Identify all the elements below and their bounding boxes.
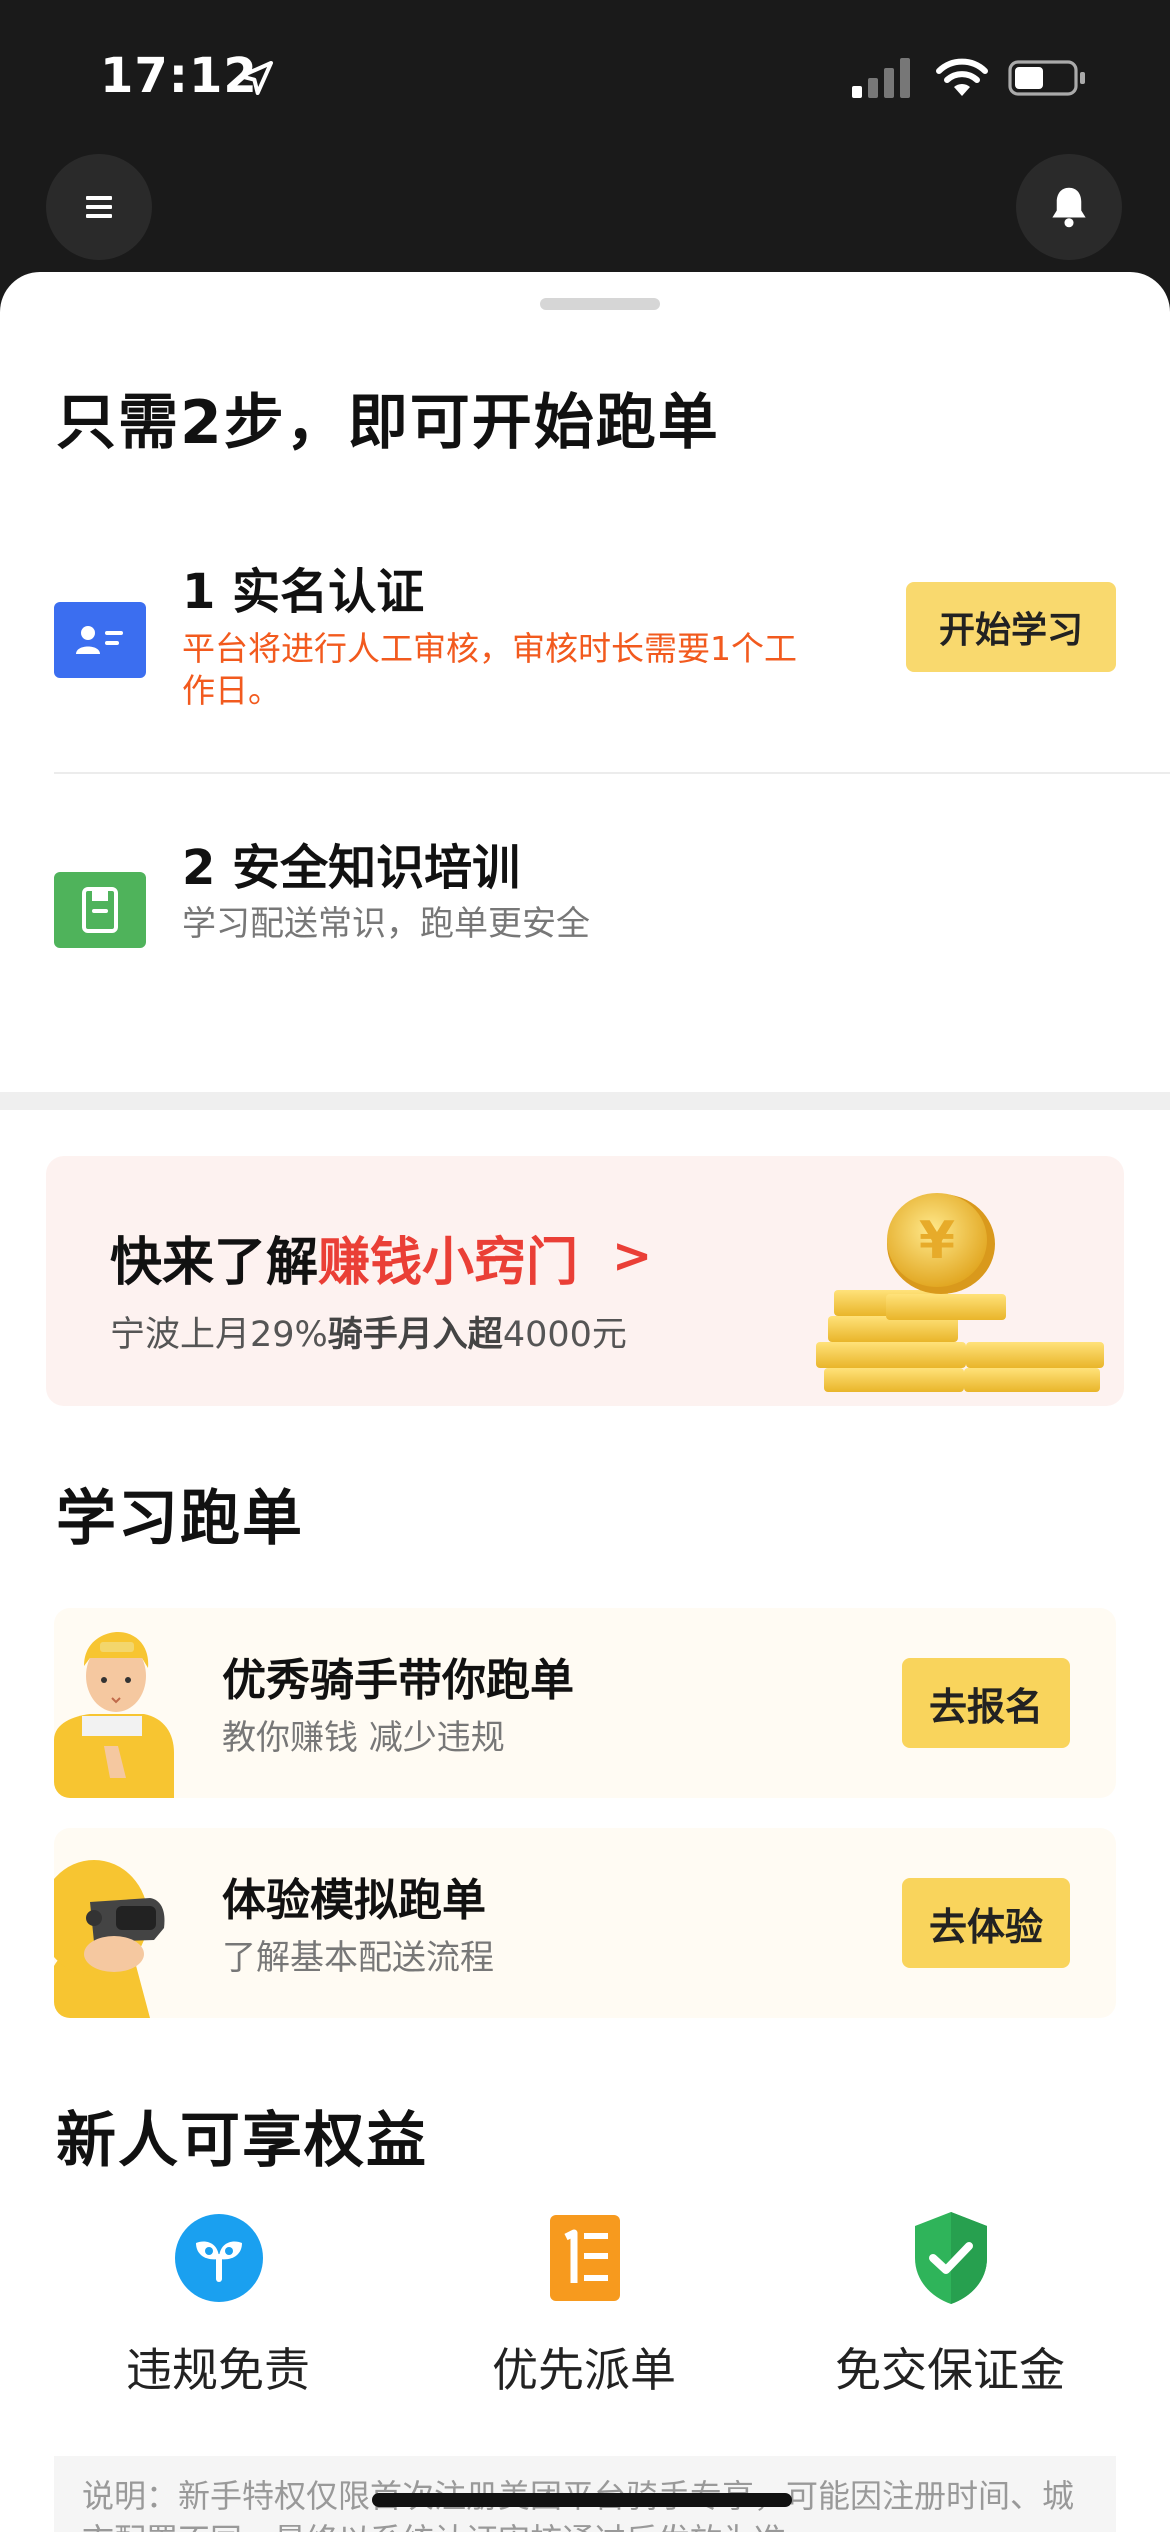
sheet-title: 只需2步，即可开始跑单 bbox=[56, 388, 720, 458]
svg-text:¥: ¥ bbox=[919, 1211, 955, 1271]
promo-sub-bold: 骑手月入超 bbox=[327, 1315, 503, 1355]
mentor-ride-card[interactable]: 优秀骑手带你跑单 教你赚钱 减少违规 去报名 bbox=[54, 1608, 1116, 1798]
sprout-icon bbox=[174, 2208, 264, 2308]
simulated-ride-card[interactable]: 体验模拟跑单 了解基本配送流程 去体验 bbox=[54, 1828, 1116, 2018]
learn-section-title: 学习跑单 bbox=[56, 1484, 304, 1554]
chevron-right-icon: > bbox=[612, 1228, 653, 1284]
home-indicator[interactable] bbox=[372, 2493, 792, 2507]
step-description: 平台将进行人工审核，审核时长需要1个工作日。 bbox=[182, 629, 797, 710]
promo-title-highlight: 赚钱小窍门 bbox=[318, 1233, 579, 1293]
benefit-no-deposit[interactable]: 免交保证金 bbox=[790, 2208, 1110, 2408]
try-experience-button[interactable]: 去体验 bbox=[902, 1878, 1070, 1968]
helmet-rider-icon bbox=[54, 1860, 165, 2018]
step-safety-training: 2 安全知识培训 学习配送常识，跑单更安全 bbox=[0, 828, 1170, 978]
sign-up-button[interactable]: 去报名 bbox=[902, 1658, 1070, 1748]
status-time: 17:12 bbox=[100, 48, 258, 104]
divider bbox=[54, 772, 1170, 774]
benefit-violation-exemption[interactable]: 违规免责 bbox=[58, 2208, 378, 2408]
promo-subtitle: 宁波上月29%骑手月入超4000元 bbox=[110, 1306, 627, 1357]
section-separator bbox=[0, 1092, 1170, 1110]
status-bar: 17:12 bbox=[0, 0, 1170, 150]
step-description: 学习配送常识，跑单更安全 bbox=[182, 904, 590, 944]
benefits-section-title: 新人可享权益 bbox=[56, 2106, 428, 2176]
benefit-label: 优先派单 bbox=[492, 2343, 676, 2397]
benefits-list: 违规免责 优先派单 免交保证金 bbox=[0, 2208, 1170, 2408]
menu-button[interactable] bbox=[46, 154, 152, 260]
sheet-drag-handle[interactable] bbox=[540, 298, 660, 310]
start-learning-button[interactable]: 开始学习 bbox=[906, 582, 1116, 672]
promo-sub-prefix: 宁波上月29% bbox=[110, 1315, 328, 1355]
onboarding-sheet: 只需2步，即可开始跑单 1 实名认证 平台将进行人工审核，审核时长需要1个工作日… bbox=[0, 272, 1170, 2532]
rider-avatar-icon bbox=[54, 1632, 174, 1798]
benefit-priority-dispatch[interactable]: 优先派单 bbox=[424, 2208, 744, 2408]
promo-sub-suffix: 4000元 bbox=[502, 1315, 627, 1355]
bell-icon bbox=[1052, 187, 1086, 228]
wifi-icon bbox=[936, 58, 988, 96]
promo-title-prefix: 快来了解 bbox=[110, 1233, 319, 1293]
gold-coins-icon: ¥ bbox=[816, 1193, 1104, 1392]
priority-dispatch-icon bbox=[540, 2208, 630, 2308]
card-description: 了解基本配送流程 bbox=[222, 1938, 494, 1978]
step-title: 2 安全知识培训 bbox=[182, 840, 521, 896]
id-card-icon bbox=[54, 602, 146, 678]
earning-tips-banner[interactable]: 快来了解赚钱小窍门 > 宁波上月29%骑手月入超4000元 ¥ bbox=[46, 1156, 1124, 1406]
cellular-signal-icon bbox=[852, 58, 910, 98]
promo-title: 快来了解赚钱小窍门 bbox=[110, 1220, 578, 1295]
shield-check-icon bbox=[906, 2208, 996, 2308]
book-icon bbox=[54, 872, 146, 948]
card-description: 教你赚钱 减少违规 bbox=[222, 1718, 505, 1758]
card-title: 优秀骑手带你跑单 bbox=[222, 1655, 574, 1706]
step-title: 1 实名认证 bbox=[182, 564, 425, 620]
benefit-label: 违规免责 bbox=[126, 2343, 310, 2397]
battery-icon bbox=[1008, 60, 1085, 96]
card-title: 体验模拟跑单 bbox=[222, 1875, 486, 1926]
notification-button[interactable] bbox=[1016, 154, 1122, 260]
location-arrow-icon bbox=[239, 61, 273, 95]
benefit-label: 免交保证金 bbox=[835, 2343, 1065, 2397]
menu-icon bbox=[86, 196, 112, 218]
